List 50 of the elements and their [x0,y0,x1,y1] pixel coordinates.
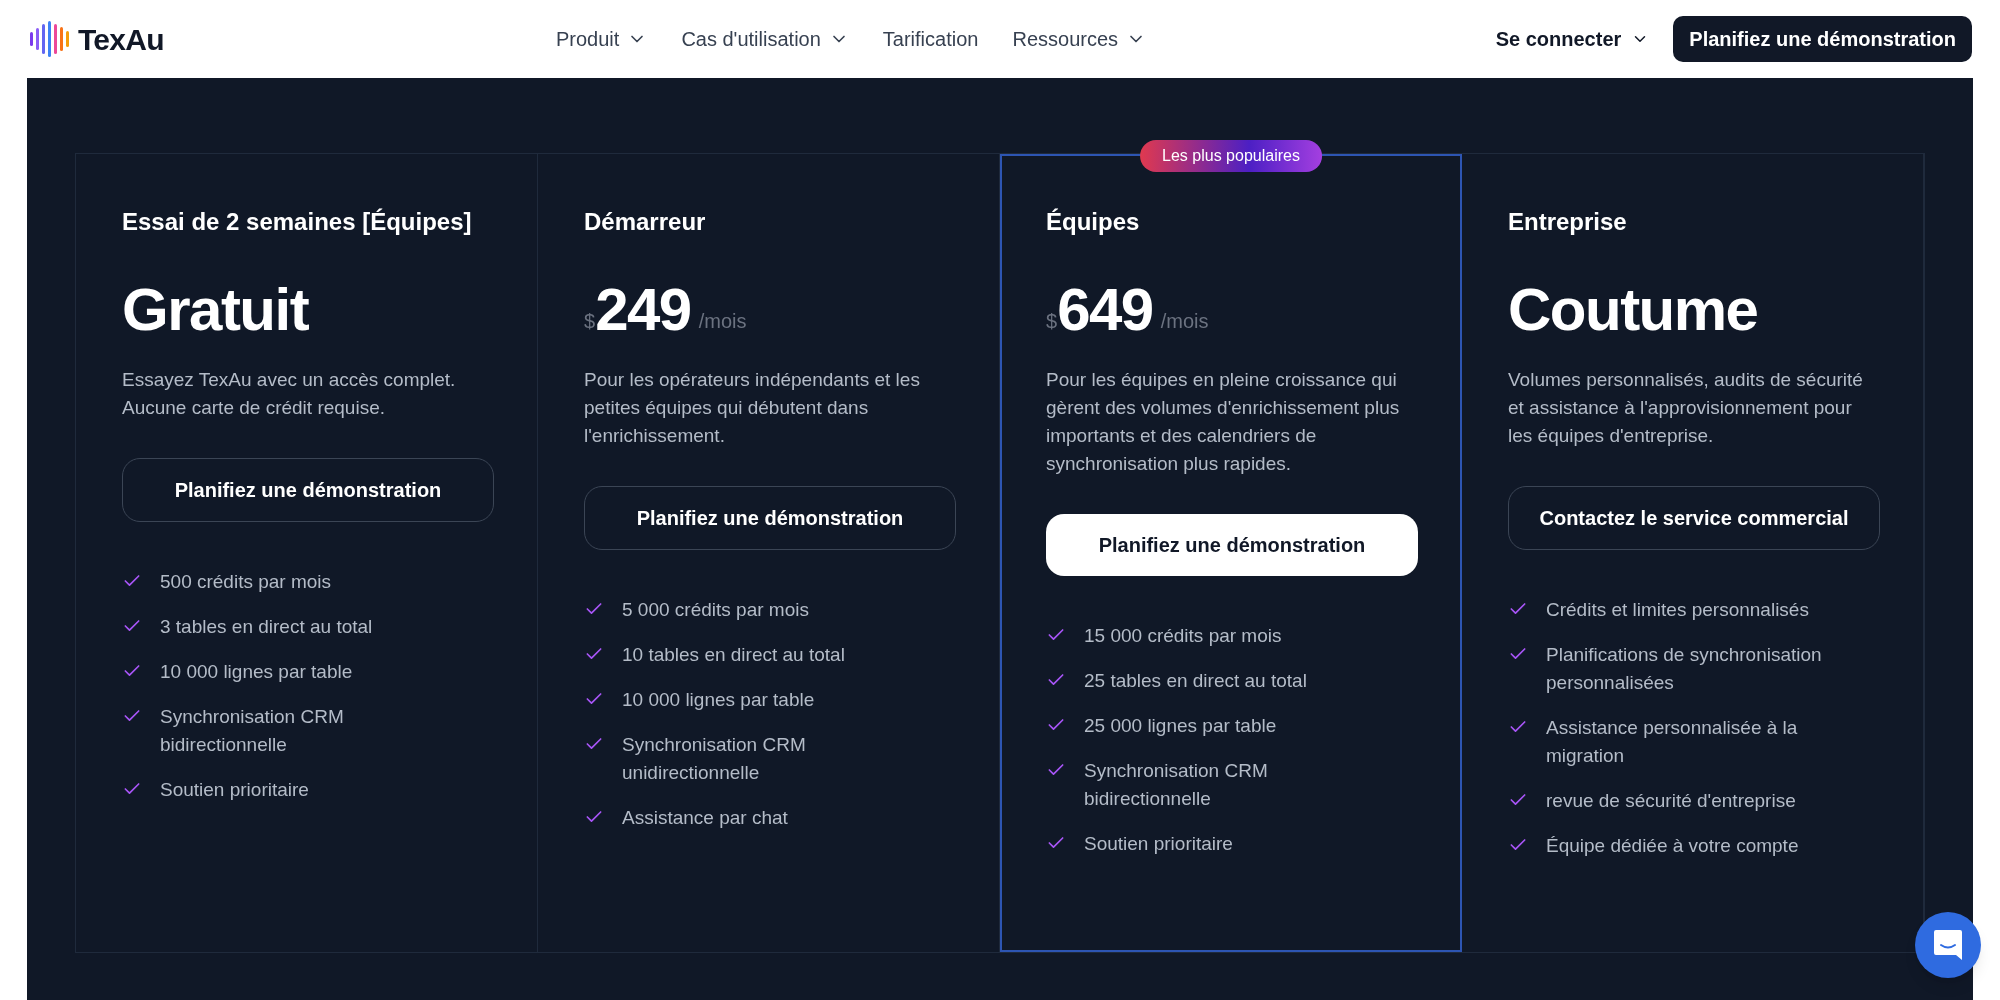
plan-button[interactable]: Planifiez une démonstration [584,486,956,550]
plan-name: Démarreur [584,207,707,237]
nav-link[interactable]: Tarification [882,24,979,54]
nav-link[interactable]: Ressources [1012,24,1147,54]
plan-button[interactable]: Planifiez une démonstration [122,458,494,522]
period: /mois [698,309,747,334]
feature-text: Crédits et limites personnalisés [1546,598,1810,622]
nav-link[interactable]: Produit [556,24,648,54]
feature-text: Planifications de synchronisation personnalisées [1546,643,1823,695]
plan-description: Pour les opérateurs indépendants et les petites équipes qui débutent dans l'enrichissement. [584,368,921,448]
feature-text: Soutien prioritaire [1084,832,1234,856]
feature-text: 25 000 lignes par table [1084,714,1278,738]
feature-text: Soutien prioritaire [160,778,310,802]
nav-link[interactable]: Cas d'utilisation [681,24,849,54]
plan-description: Volumes personnalisés, audits de sécurité et assistance à l'approvisionnement pour les équipes d'entreprise. [1508,368,1864,448]
plan-name: Essai de 2 semaines [Équipes] [122,207,473,237]
price: Gratuit [122,280,309,340]
feature-text: 5 000 crédits par mois [622,598,810,622]
feature-text: 3 tables en direct au total [160,615,374,639]
feature-text: Synchronisation CRM bidirectionnelle [160,705,345,757]
feature-text: 25 tables en direct au total [1084,669,1308,693]
plan-description: Essayez TexAu avec un accès complet. Aucune carte de crédit requise. [122,368,457,420]
currency: $ [584,310,596,334]
plan-button[interactable]: Contactez le service commercial [1508,486,1880,550]
period: /mois [1160,309,1209,334]
feature-text: Assistance personnalisée à la migration [1546,716,1799,768]
plan-description: Pour les équipes en pleine croissance qui gèrent des volumes d'enrichissement plus importants et des calendriers de synchronisation plus rapides. [1046,368,1401,476]
feature-text: Équipe dédiée à votre compte [1546,834,1800,858]
chat-icon [1932,928,1964,962]
feature-text: 500 crédits par mois [160,570,333,594]
currency: $ [1046,310,1058,334]
login-link[interactable]: Se connecter [1495,24,1650,54]
price: 649 [1057,280,1153,340]
popular-badge: Les plus populaires [1140,140,1322,172]
price: 249 [595,280,691,340]
brand-name[interactable]: TexAu [78,16,164,62]
feature-text: revue de sécurité d'entreprise [1546,789,1797,813]
feature-text: Assistance par chat [622,806,789,830]
feature-text: 15 000 crédits par mois [1084,624,1283,648]
feature-text: 10 tables en direct au total [622,643,846,667]
feature-text: Synchronisation CRM unidirectionnelle [622,733,807,785]
logo-icon [28,18,72,60]
plan-name: Entreprise [1508,207,1628,237]
plan-button[interactable]: Planifiez une démonstration [1046,514,1418,576]
feature-text: 10 000 lignes par table [160,660,354,684]
demo-button[interactable]: Planifiez une démonstration [1673,16,1972,62]
plan-name: Équipes [1046,207,1141,237]
price: Coutume [1508,280,1758,340]
feature-text: 10 000 lignes par table [622,688,816,712]
feature-text: Synchronisation CRM bidirectionnelle [1084,759,1269,811]
